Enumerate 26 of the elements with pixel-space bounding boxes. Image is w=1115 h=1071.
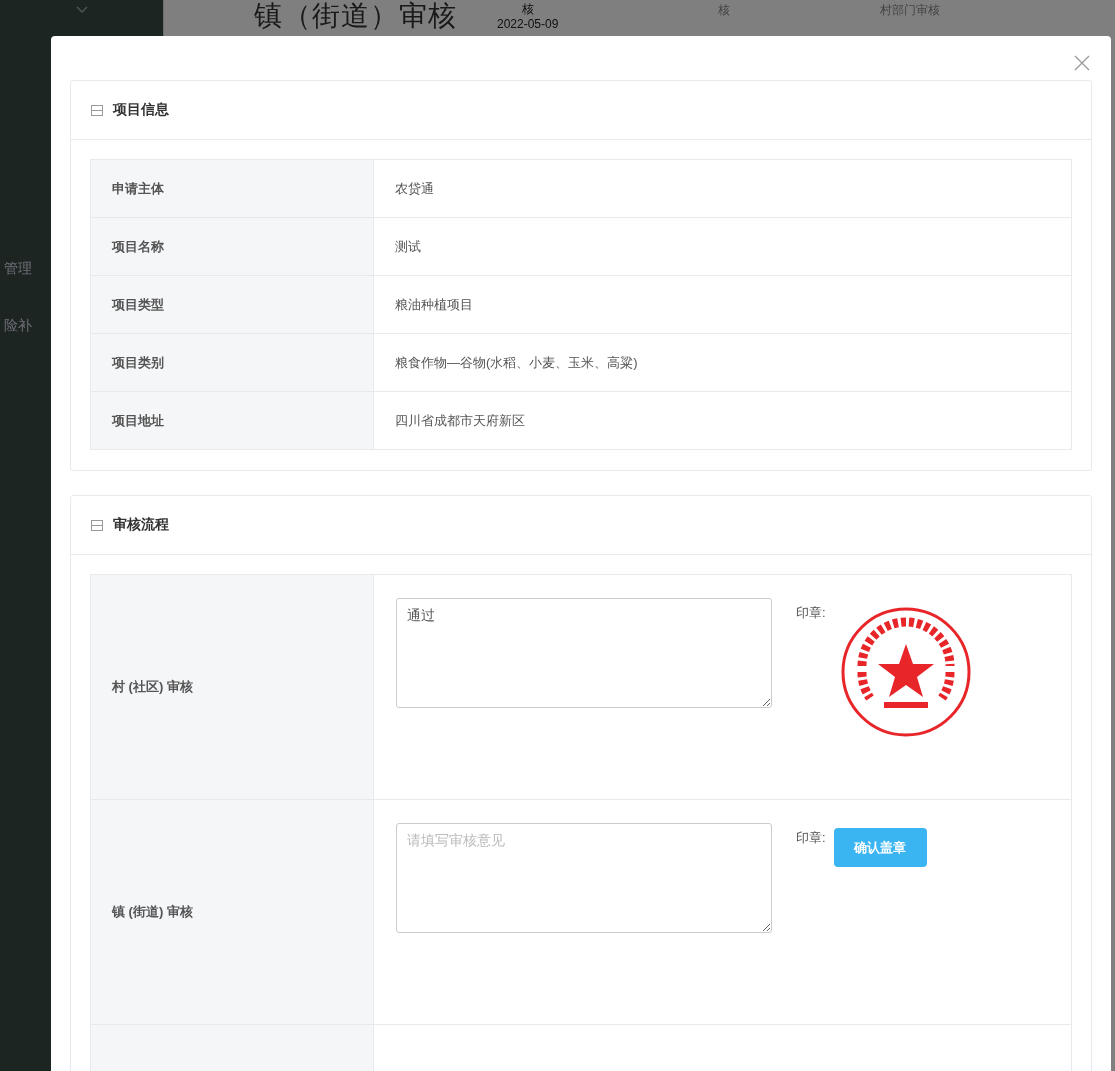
- seal-label: 印章:: [796, 829, 826, 847]
- column-text: 核: [718, 2, 731, 19]
- field-label: 镇 (街道) 审核: [110, 903, 193, 921]
- chevron-down-icon[interactable]: [75, 6, 88, 14]
- seal-label: 印章:: [796, 604, 826, 622]
- field-value: 农贷通: [394, 179, 434, 198]
- section-title: 审核流程: [113, 516, 169, 534]
- field-label: 项目类型: [110, 295, 164, 314]
- list-icon: [91, 519, 103, 531]
- close-button[interactable]: [1073, 54, 1091, 72]
- list-icon: [91, 104, 103, 116]
- field-label: 村 (社区) 审核: [111, 678, 193, 696]
- opinion-field[interactable]: 通过: [396, 598, 772, 708]
- section-title: 项目信息: [113, 101, 169, 119]
- column-text: 核: [521, 2, 534, 17]
- date-text: 2022-05-09: [497, 17, 559, 32]
- field-label: 项目地址: [110, 411, 164, 430]
- field-label: 项目类别: [110, 353, 164, 372]
- field-label: 申请主体: [111, 179, 164, 198]
- opinion-field[interactable]: 请填写审核意见: [396, 823, 772, 933]
- field-value: 四川省成都市天府新区: [394, 411, 525, 430]
- field-value: 粮油种植项目: [394, 295, 473, 314]
- field-label: 项目名称: [110, 237, 164, 256]
- field-value: 测试: [394, 237, 421, 256]
- page-heading: 镇（街道）审核: [253, 0, 457, 32]
- field-value: 粮食作物—谷物(水稻、小麦、玉米、高粱): [394, 353, 638, 372]
